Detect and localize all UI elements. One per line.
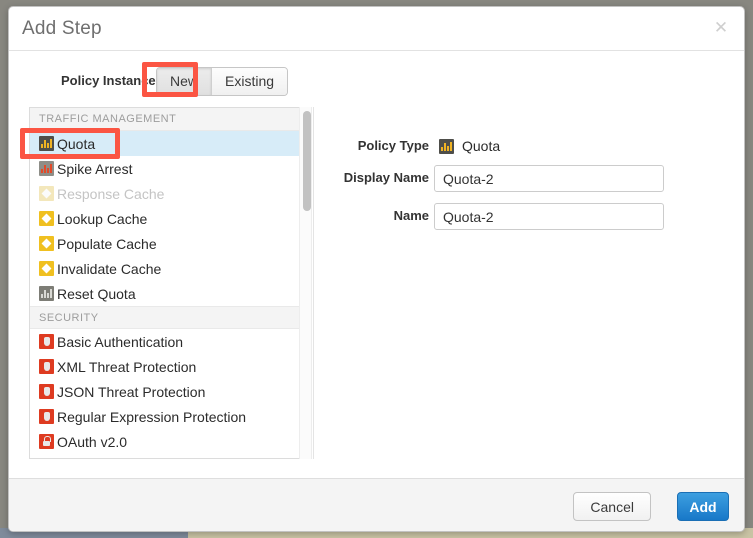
close-icon[interactable]: ✕ [710,17,732,39]
dialog-header: Add Step ✕ [9,7,744,51]
name-input[interactable] [434,203,664,230]
list-item-quota[interactable]: Quota [30,131,300,156]
populate-cache-icon [39,236,54,251]
dialog-body: Policy Instance New Existing TRAFFIC MAN… [9,51,744,478]
policy-list: TRAFFIC MANAGEMENT Quota Spike Arrest Re… [29,107,301,459]
quota-icon [439,139,454,154]
list-item-oauth-v2[interactable]: OAuth v2.0 [30,429,300,454]
quota-icon [39,136,54,151]
list-item-regular-expression-protection[interactable]: Regular Expression Protection [30,404,300,429]
display-name-label: Display Name [321,165,429,191]
list-item-basic-authentication[interactable]: Basic Authentication [30,329,300,354]
list-item-label: Populate Cache [57,236,157,252]
list-item-label: Basic Authentication [57,334,183,350]
reset-quota-icon [39,286,54,301]
dialog-footer: Cancel Add [9,478,744,532]
tab-existing[interactable]: Existing [211,68,287,95]
name-label: Name [321,203,429,229]
shield-icon [39,409,54,424]
policy-list-scrollbar[interactable] [299,107,312,459]
dialog-title: Add Step [22,18,102,40]
lock-icon [39,434,54,449]
list-item-populate-cache[interactable]: Populate Cache [30,231,300,256]
display-name-input[interactable] [434,165,664,192]
shield-icon [39,384,54,399]
list-item-label: XML Threat Protection [57,359,196,375]
display-name-row: Display Name [321,165,731,193]
list-item-label: OAuth v2.0 [57,434,127,450]
list-item-lookup-cache[interactable]: Lookup Cache [30,206,300,231]
list-item-label: Regular Expression Protection [57,409,246,425]
policy-detail-form: Policy Type Quota Display Name Name [321,107,731,459]
group-header-traffic-management: TRAFFIC MANAGEMENT [30,108,300,131]
policy-instance-toggle-group: New Existing [156,67,288,96]
dialog-panes: TRAFFIC MANAGEMENT Quota Spike Arrest Re… [21,107,734,464]
list-item-label: Response Cache [57,186,164,202]
policy-instance-label: Policy Instance [61,73,156,88]
response-cache-icon [39,186,54,201]
spike-arrest-icon [39,161,54,176]
policy-instance-row: Policy Instance New Existing [9,67,744,97]
policy-type-value-group: Quota [439,133,500,159]
list-item-label: Quota [57,136,95,152]
policy-type-row: Policy Type Quota [321,133,731,161]
list-item-label: JSON Threat Protection [57,384,205,400]
shield-icon [39,334,54,349]
add-step-dialog: Add Step ✕ Policy Instance New Existing … [8,6,745,532]
list-item-label: Lookup Cache [57,211,147,227]
list-item-xml-threat-protection[interactable]: XML Threat Protection [30,354,300,379]
list-item-spike-arrest[interactable]: Spike Arrest [30,156,300,181]
policy-type-label: Policy Type [321,133,429,159]
list-item-invalidate-cache[interactable]: Invalidate Cache [30,256,300,281]
list-item-response-cache: Response Cache [30,181,300,206]
list-item-json-threat-protection[interactable]: JSON Threat Protection [30,379,300,404]
list-item-reset-quota[interactable]: Reset Quota [30,281,300,306]
shield-icon [39,359,54,374]
pane-divider [313,107,314,459]
group-header-security: SECURITY [30,306,300,329]
policy-type-value: Quota [462,138,500,154]
lookup-cache-icon [39,211,54,226]
tab-new[interactable]: New [157,68,211,95]
name-row: Name [321,203,731,231]
cancel-button[interactable]: Cancel [573,492,651,521]
invalidate-cache-icon [39,261,54,276]
list-item-label: Reset Quota [57,286,136,302]
list-item-label: Spike Arrest [57,161,132,177]
scrollbar-thumb[interactable] [303,111,311,211]
add-button[interactable]: Add [677,492,729,521]
list-item-label: Invalidate Cache [57,261,161,277]
